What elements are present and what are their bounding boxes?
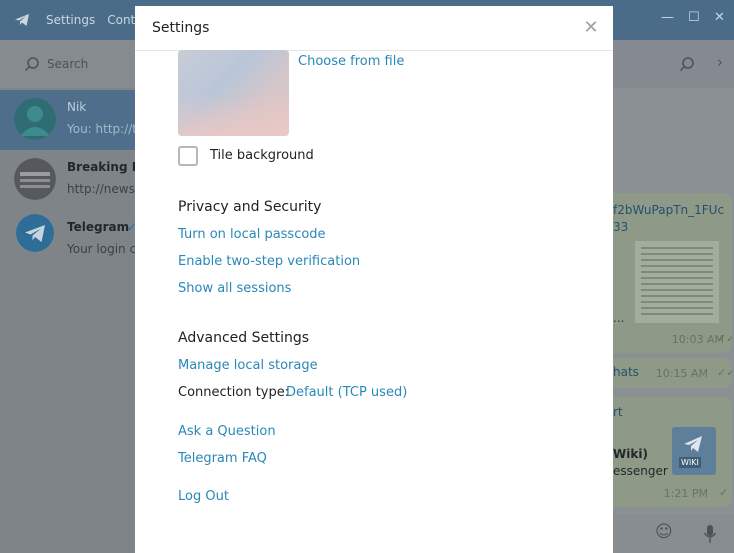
advanced-settings-heading: Advanced Settings <box>178 330 310 346</box>
settings-panel: Settings ✕ Choose from file Tile backgro… <box>135 6 613 553</box>
minimize-icon[interactable]: — <box>661 10 674 25</box>
message-bubble[interactable]: hats 10:15 AM ✓✓ <box>613 358 732 388</box>
main-menu: Settings Conta <box>46 13 143 27</box>
settings-header: Settings ✕ <box>135 6 613 51</box>
microphone-icon[interactable] <box>703 524 717 544</box>
dialog-item-telegram[interactable]: Telegram ✓ Your login c <box>0 210 137 270</box>
maximize-icon[interactable]: ☐ <box>688 10 700 25</box>
message-image-thumbnail[interactable] <box>635 241 719 323</box>
settings-title: Settings <box>152 20 210 36</box>
ask-question-link[interactable]: Ask a Question <box>178 424 276 439</box>
menu-settings[interactable]: Settings <box>46 13 95 27</box>
wiki-badge: WIKI <box>679 457 701 468</box>
avatar <box>14 158 56 200</box>
two-step-verification-link[interactable]: Enable two-step verification <box>178 254 360 269</box>
emoji-icon[interactable]: ☺ <box>655 522 673 542</box>
telegram-logo-icon <box>15 14 29 26</box>
log-out-link[interactable]: Log Out <box>178 489 229 504</box>
double-check-icon: ✓✓ <box>717 332 732 345</box>
privacy-security-heading: Privacy and Security <box>178 199 322 215</box>
check-icon: ✓ <box>719 486 729 499</box>
connection-type-link[interactable]: Default (TCP used) <box>286 385 407 400</box>
message-text: essenger <box>613 464 668 478</box>
dialog-name: Nik <box>67 100 87 114</box>
dialog-name: Breaking N <box>67 160 142 174</box>
manage-storage-link[interactable]: Manage local storage <box>178 358 318 373</box>
wiki-preview-icon: WIKI <box>672 427 716 475</box>
message-text: hats <box>613 365 639 379</box>
dialog-preview: You: http://t <box>67 122 138 136</box>
message-ellipsis: ... <box>613 311 625 325</box>
telegram-faq-link[interactable]: Telegram FAQ <box>178 451 267 466</box>
chat-input-bar: ☺ <box>613 514 734 553</box>
show-sessions-link[interactable]: Show all sessions <box>178 281 291 296</box>
chevron-right-icon[interactable]: › <box>717 53 723 71</box>
close-settings-icon[interactable]: ✕ <box>579 17 603 41</box>
search-placeholder: Search <box>47 57 89 71</box>
local-passcode-link[interactable]: Turn on local passcode <box>178 227 326 242</box>
dialogs-sidebar: Search Nik You: http://t Breaking N http… <box>0 40 142 553</box>
telegram-avatar-icon <box>16 214 54 252</box>
message-text: rt <box>613 405 623 419</box>
chat-search-icon[interactable] <box>679 56 695 72</box>
double-check-icon: ✓✓ <box>717 366 732 379</box>
message-link-cont: 33 <box>613 220 629 234</box>
tile-background-label[interactable]: Tile background <box>210 148 314 163</box>
message-link[interactable]: f2bWuPapTn_1FUc <box>613 203 724 217</box>
message-text: Wiki) <box>613 447 648 461</box>
dialog-preview: Your login c <box>67 242 137 256</box>
choose-from-file-link[interactable]: Choose from file <box>298 54 404 69</box>
dialog-item-breaking-news[interactable]: Breaking N http://news. <box>0 150 142 210</box>
message-time: 1:21 PM <box>663 487 708 500</box>
tile-background-checkbox[interactable] <box>178 146 198 166</box>
chat-area: › f2bWuPapTn_1FUc 33 ... 10:03 AM ✓✓ hat… <box>613 40 734 553</box>
connection-type-label: Connection type: <box>178 385 290 400</box>
close-window-icon[interactable]: ✕ <box>714 10 725 25</box>
chat-background-thumbnail[interactable] <box>178 50 289 136</box>
dialog-name: Telegram <box>67 220 130 234</box>
message-bubble[interactable]: f2bWuPapTn_1FUc 33 ... 10:03 AM ✓✓ <box>613 193 732 353</box>
chat-header: › <box>613 40 734 88</box>
message-bubble[interactable]: rt Wiki) essenger WIKI 1:21 PM ✓ <box>613 397 732 507</box>
dialog-item-nik[interactable]: Nik You: http://t <box>0 90 138 150</box>
message-time: 10:15 AM <box>655 367 708 380</box>
search-icon <box>24 57 39 72</box>
avatar <box>14 98 56 140</box>
dialog-preview: http://news. <box>67 182 139 196</box>
search-bar[interactable]: Search <box>0 40 135 88</box>
